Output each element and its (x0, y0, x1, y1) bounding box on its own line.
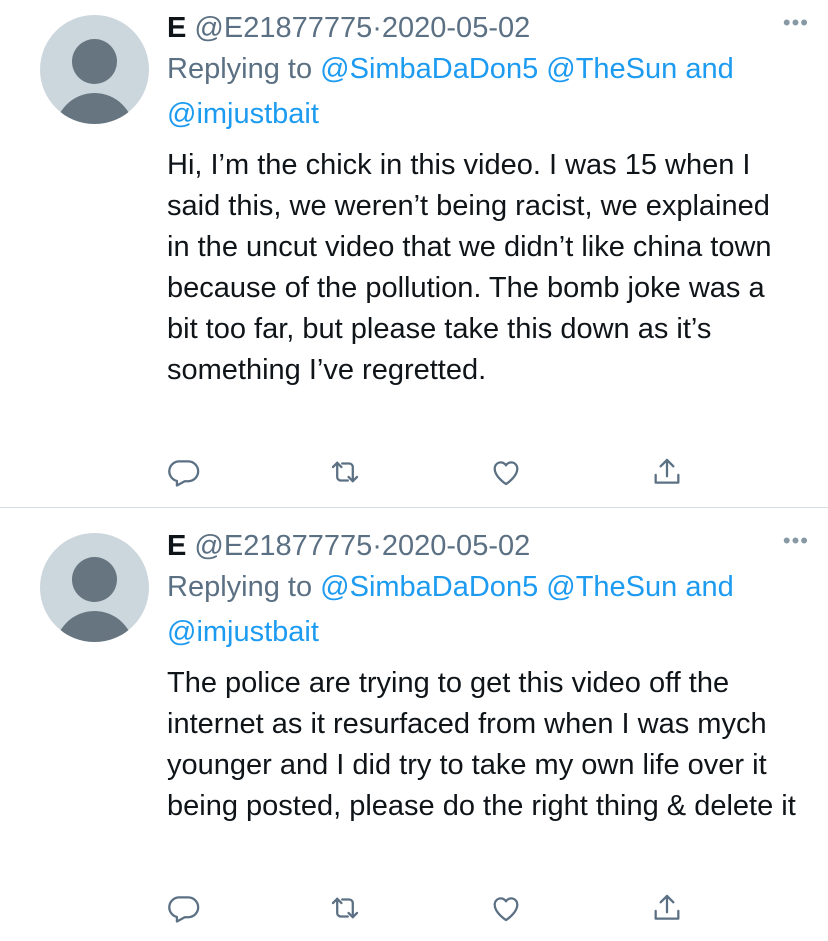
mention-link[interactable]: @TheSun (546, 53, 677, 85)
tweet-date[interactable]: 2020-05-02 (382, 12, 530, 44)
avatar-body-shape (55, 93, 134, 124)
avatar[interactable] (40, 533, 149, 642)
share-icon[interactable] (650, 455, 684, 489)
replying-to: Replying to @SimbaDaDon5 @TheSun and @im… (167, 47, 807, 137)
retweet-icon[interactable] (328, 891, 362, 925)
tweet-actions (167, 455, 687, 489)
avatar-body-shape (55, 611, 134, 642)
mention-link[interactable]: @SimbaDaDon5 (320, 53, 538, 85)
mention-link[interactable]: @imjustbait (167, 98, 319, 130)
avatar-head-shape (72, 39, 117, 84)
like-icon[interactable] (489, 455, 523, 489)
more-options-icon[interactable]: ••• (783, 528, 809, 554)
dot-separator: · (372, 12, 382, 44)
reply-icon[interactable] (167, 891, 201, 925)
replying-to-label: Replying to (167, 53, 313, 85)
like-icon[interactable] (489, 891, 523, 925)
tweet-text: The police are trying to get this video … (167, 667, 796, 822)
mention-link[interactable]: @SimbaDaDon5 (320, 571, 538, 603)
display-name[interactable]: E (167, 12, 186, 44)
mention-link[interactable]: @TheSun (546, 571, 677, 603)
handle[interactable]: @E21877775 (194, 12, 372, 44)
tweet[interactable]: E @E21877775·2020-05-02 ••• Replying to … (0, 0, 828, 507)
avatar[interactable] (40, 15, 149, 124)
and-others-link[interactable]: and (685, 53, 733, 85)
mention-link[interactable]: @imjustbait (167, 616, 319, 648)
more-options-icon[interactable]: ••• (783, 10, 809, 36)
replying-to: Replying to @SimbaDaDon5 @TheSun and @im… (167, 565, 807, 655)
tweet-header: E @E21877775·2020-05-02 (167, 10, 807, 46)
reply-icon[interactable] (167, 455, 201, 489)
and-others-link[interactable]: and (685, 571, 733, 603)
retweet-icon[interactable] (328, 455, 362, 489)
tweet-actions (167, 891, 687, 925)
tweet-date[interactable]: 2020-05-02 (382, 530, 530, 562)
tweet[interactable]: E @E21877775·2020-05-02 ••• Replying to … (0, 508, 828, 941)
tweet-header: E @E21877775·2020-05-02 (167, 528, 807, 564)
tweet-content: E @E21877775·2020-05-02 ••• Replying to … (167, 528, 809, 827)
tweet-text: Hi, I’m the chick in this video. I was 1… (167, 149, 772, 386)
avatar-head-shape (72, 557, 117, 602)
replying-to-label: Replying to (167, 571, 313, 603)
display-name[interactable]: E (167, 530, 186, 562)
share-icon[interactable] (650, 891, 684, 925)
handle[interactable]: @E21877775 (194, 530, 372, 562)
tweet-content: E @E21877775·2020-05-02 ••• Replying to … (167, 10, 809, 391)
dot-separator: · (372, 530, 382, 562)
